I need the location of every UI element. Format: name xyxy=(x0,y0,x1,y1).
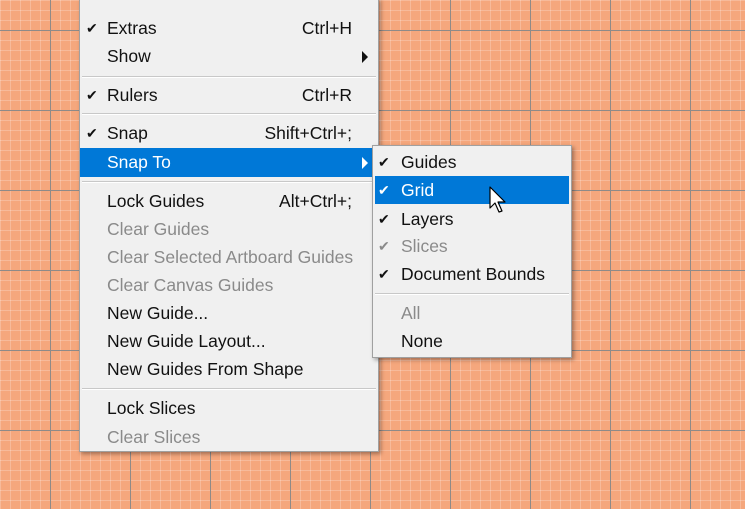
checkmark-icon: ✔ xyxy=(378,182,390,198)
menu-separator xyxy=(82,76,376,78)
mouse-pointer-icon xyxy=(489,186,506,213)
menu-item-new-guide[interactable]: New Guide... xyxy=(80,300,378,327)
submenu-item-document-bounds[interactable]: ✔ Document Bounds xyxy=(373,261,571,288)
checkmark-icon: ✔ xyxy=(378,211,390,227)
checkmark-icon: ✔ xyxy=(86,20,98,36)
submenu-item-none[interactable]: None xyxy=(373,328,571,355)
checkmark-icon: ✔ xyxy=(378,154,390,170)
menu-item-lock-guides[interactable]: Lock Guides Alt+Ctrl+; xyxy=(80,188,378,215)
submenu-item-grid[interactable]: ✔ Grid xyxy=(375,176,569,204)
snap-to-submenu: ✔ Guides ✔ Grid ✔ Layers ✔ Slices ✔ Docu… xyxy=(372,145,572,358)
checkmark-icon: ✔ xyxy=(86,87,98,103)
menu-separator xyxy=(82,181,376,183)
menu-item-snap-to[interactable]: Snap To xyxy=(80,148,378,177)
submenu-arrow-icon xyxy=(362,157,368,169)
menu-item-rulers[interactable]: ✔ Rulers Ctrl+R xyxy=(80,82,378,109)
view-menu: ✔ Extras Ctrl+H Show ✔ Rulers Ctrl+R ✔ S… xyxy=(79,0,379,452)
menu-separator xyxy=(82,113,376,115)
submenu-arrow-icon xyxy=(362,51,368,63)
submenu-item-guides[interactable]: ✔ Guides xyxy=(373,149,571,176)
submenu-item-layers[interactable]: ✔ Layers xyxy=(373,206,571,233)
submenu-item-all[interactable]: All xyxy=(373,300,571,327)
checkmark-icon: ✔ xyxy=(86,125,98,141)
menu-item-extras[interactable]: ✔ Extras Ctrl+H xyxy=(80,15,378,42)
menu-item-new-guide-layout[interactable]: New Guide Layout... xyxy=(80,328,378,355)
menu-item-snap[interactable]: ✔ Snap Shift+Ctrl+; xyxy=(80,120,378,147)
menu-item-clear-selected-artboard-guides[interactable]: Clear Selected Artboard Guides xyxy=(80,244,378,271)
menu-item-lock-slices[interactable]: Lock Slices xyxy=(80,395,378,422)
checkmark-icon: ✔ xyxy=(378,238,390,254)
menu-item-show[interactable]: Show xyxy=(80,43,378,70)
menu-item-clear-slices[interactable]: Clear Slices xyxy=(80,424,378,451)
submenu-item-slices[interactable]: ✔ Slices xyxy=(373,233,571,260)
menu-item-clear-canvas-guides[interactable]: Clear Canvas Guides xyxy=(80,272,378,299)
menu-separator xyxy=(82,388,376,390)
menu-separator xyxy=(375,293,569,295)
checkmark-icon: ✔ xyxy=(378,266,390,282)
menu-item-clear-guides[interactable]: Clear Guides xyxy=(80,216,378,243)
menu-item-new-guides-from-shape[interactable]: New Guides From Shape xyxy=(80,356,378,383)
